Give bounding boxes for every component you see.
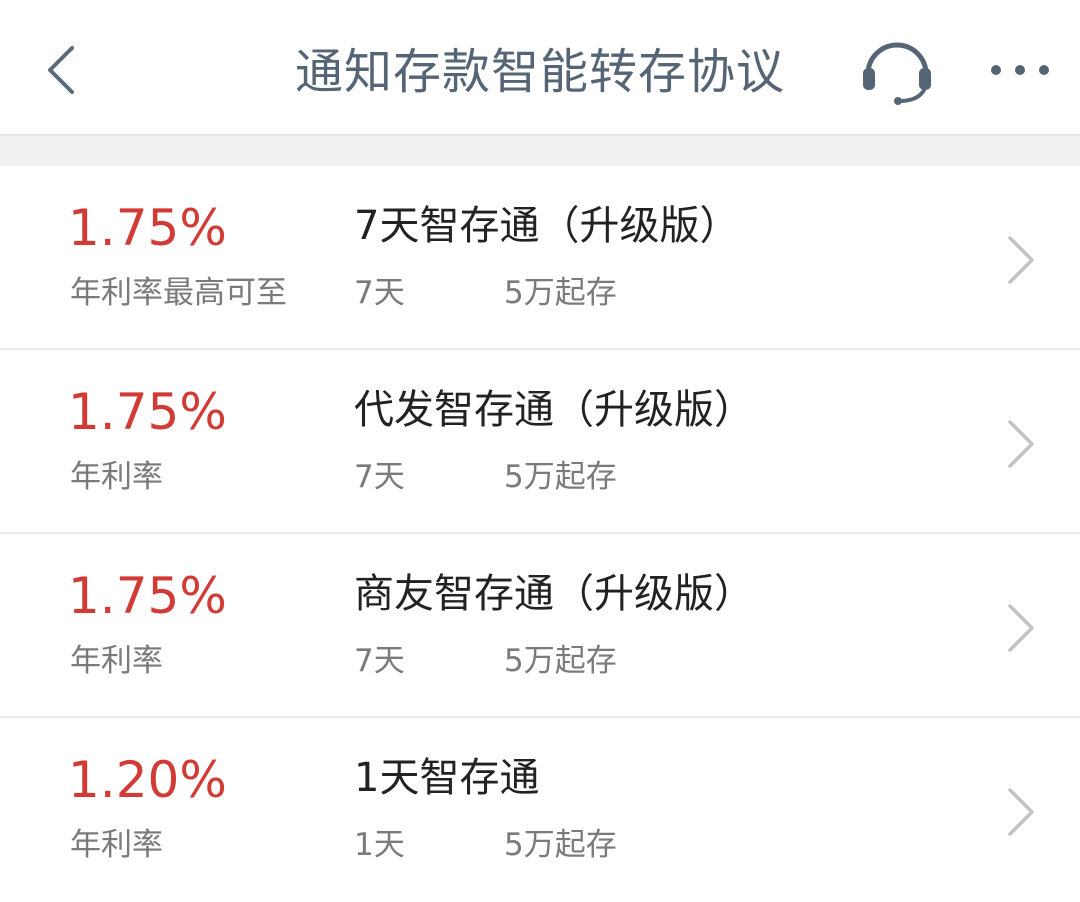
rate-label: 年利率 [70, 459, 163, 495]
more-dots-icon [991, 65, 1049, 75]
rate-value: 1.20% [68, 751, 227, 809]
product-name: 1天智存通 [354, 755, 540, 801]
product-item-merchant[interactable]: 1.75% 年利率 商友智存通（升级版） 7天 5万起存 [0, 534, 1080, 718]
rate-label: 年利率 [70, 643, 163, 679]
headset-icon [863, 42, 931, 105]
product-term: 1天 [354, 827, 405, 863]
more-button[interactable] [984, 50, 1056, 90]
chevron-right-icon [1008, 420, 1034, 468]
product-name: 商友智存通（升级版） [354, 571, 754, 617]
chevron-left-icon [48, 46, 74, 94]
rate-value: 1.75% [68, 567, 227, 625]
back-button[interactable] [40, 42, 84, 98]
product-list: 1.75% 年利率最高可至 7天智存通（升级版） 7天 5万起存 1.75% 年… [0, 166, 1080, 902]
product-item-1day[interactable]: 1.20% 年利率 1天智存通 1天 5万起存 [0, 718, 1080, 902]
chevron-right-icon [1008, 236, 1034, 284]
min-deposit: 5万起存 [504, 459, 617, 495]
navigation-bar: 通知存款智能转存协议 [0, 0, 1080, 136]
product-term: 7天 [354, 275, 405, 311]
customer-service-button[interactable] [858, 36, 936, 108]
product-term: 7天 [354, 643, 405, 679]
rate-label: 年利率 [70, 827, 163, 863]
product-item-7day[interactable]: 1.75% 年利率最高可至 7天智存通（升级版） 7天 5万起存 [0, 166, 1080, 350]
product-item-payroll[interactable]: 1.75% 年利率 代发智存通（升级版） 7天 5万起存 [0, 350, 1080, 534]
section-divider [0, 136, 1080, 166]
page-title: 通知存款智能转存协议 [294, 44, 785, 100]
product-term: 7天 [354, 459, 405, 495]
rate-value: 1.75% [68, 199, 227, 257]
min-deposit: 5万起存 [504, 275, 617, 311]
rate-value: 1.75% [68, 383, 227, 441]
chevron-right-icon [1008, 788, 1034, 836]
min-deposit: 5万起存 [504, 827, 617, 863]
min-deposit: 5万起存 [504, 643, 617, 679]
chevron-right-icon [1008, 604, 1034, 652]
product-name: 代发智存通（升级版） [354, 387, 754, 433]
rate-label: 年利率最高可至 [70, 275, 287, 311]
product-name: 7天智存通（升级版） [354, 203, 740, 249]
